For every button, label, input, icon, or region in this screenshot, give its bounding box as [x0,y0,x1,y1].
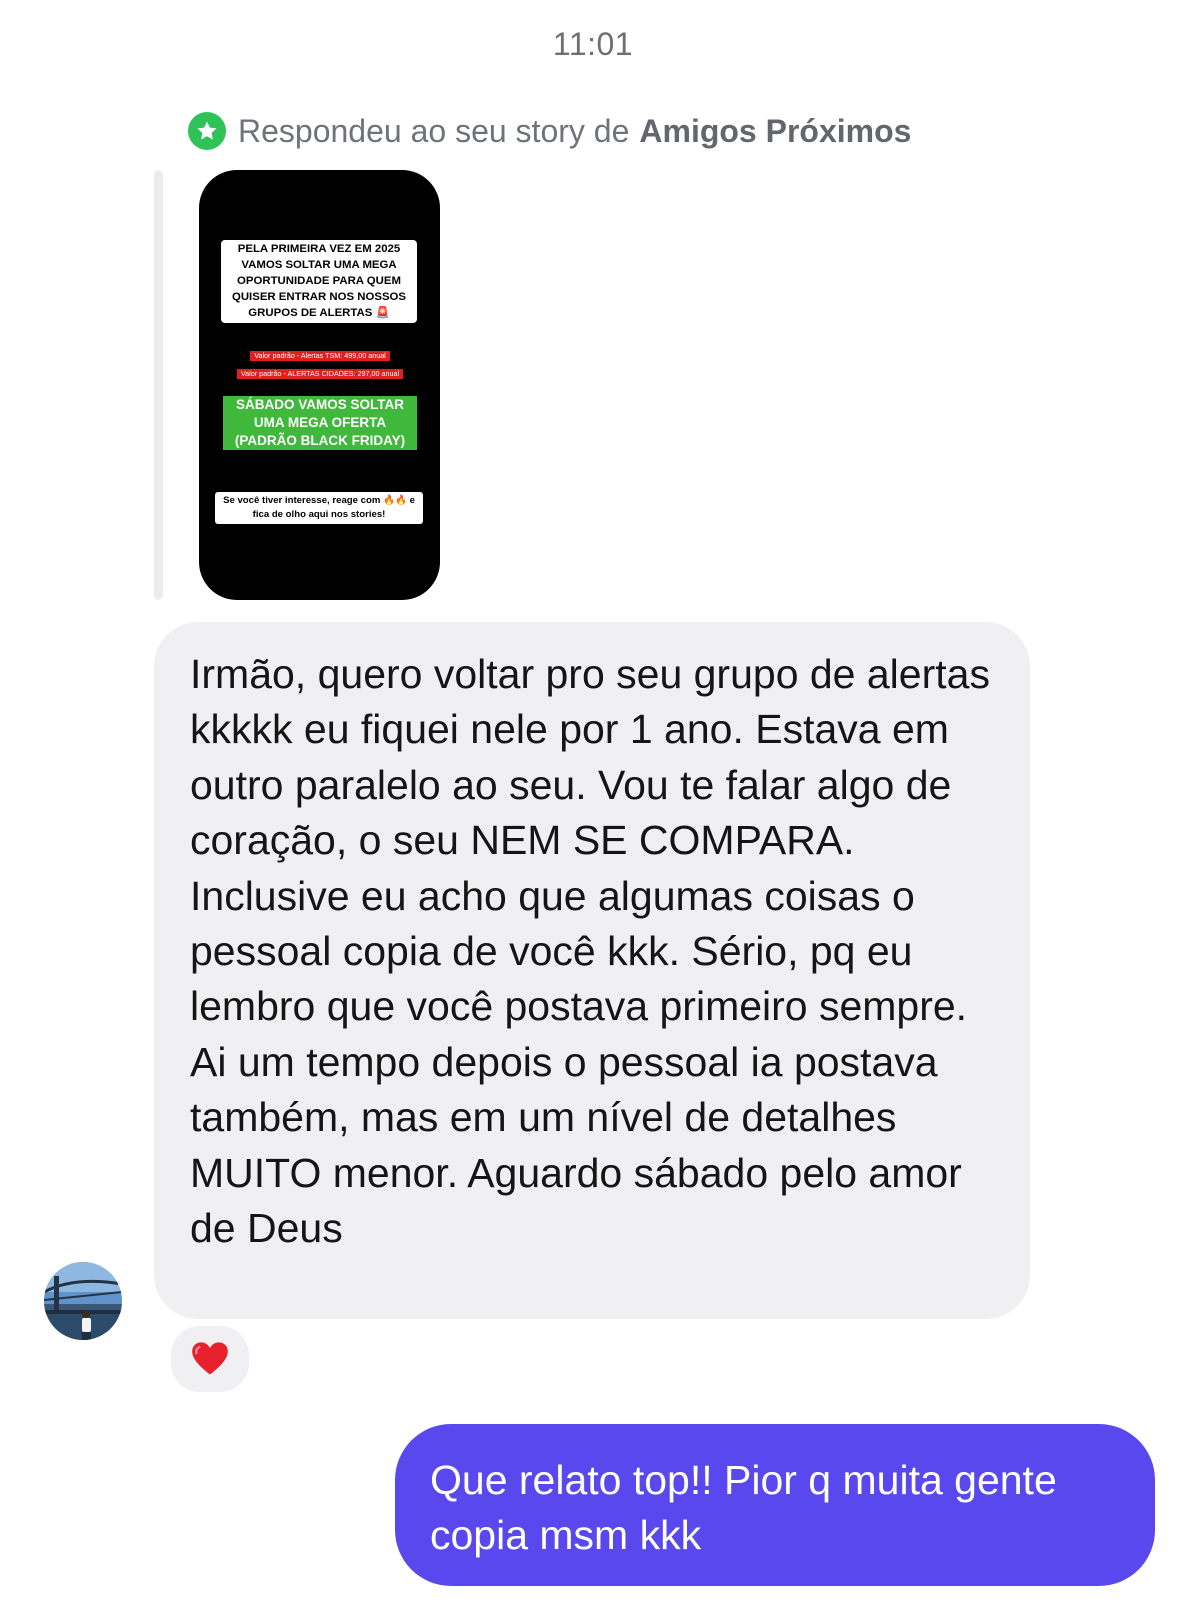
story-price-line-1: Valor padrão - Alertas TSM: 499,00 anual [250,351,390,361]
story-prices: Valor padrão - Alertas TSM: 499,00 anual… [217,345,423,381]
story-call-to-action: Se você tiver interesse, reage com 🔥🔥 e … [215,492,423,524]
heart-icon [192,1342,228,1375]
message-reaction[interactable] [167,1322,253,1396]
reply-indicator-line [154,170,163,600]
story-reply-prefix: Respondeu ao seu story de [238,112,630,149]
sender-avatar[interactable] [44,1262,122,1340]
close-friends-label: Amigos Próximos [639,112,912,149]
story-price-line-2: Valor padrão - ALERTAS CIDADES: 297,00 a… [236,369,404,379]
story-offer-text: SÁBADO VAMOS SOLTAR UMA MEGA OFERTA (PAD… [223,396,417,450]
story-reply-header: Respondeu ao seu story de Amigos Próximo… [188,112,911,150]
story-headline: PELA PRIMEIRA VEZ EM 2025 VAMOS SOLTAR U… [221,240,417,323]
story-preview[interactable]: PELA PRIMEIRA VEZ EM 2025 VAMOS SOLTAR U… [199,170,440,600]
incoming-message-bubble[interactable]: Irmão, quero voltar pro seu grupo de ale… [154,622,1030,1319]
message-timestamp: 11:01 [552,26,634,62]
story-offer: SÁBADO VAMOS SOLTAR UMA MEGA OFERTA (PAD… [223,396,417,450]
close-friends-star-icon [188,112,226,150]
outgoing-message-bubble[interactable]: Que relato top!! Pior q muita gente copi… [395,1424,1155,1586]
